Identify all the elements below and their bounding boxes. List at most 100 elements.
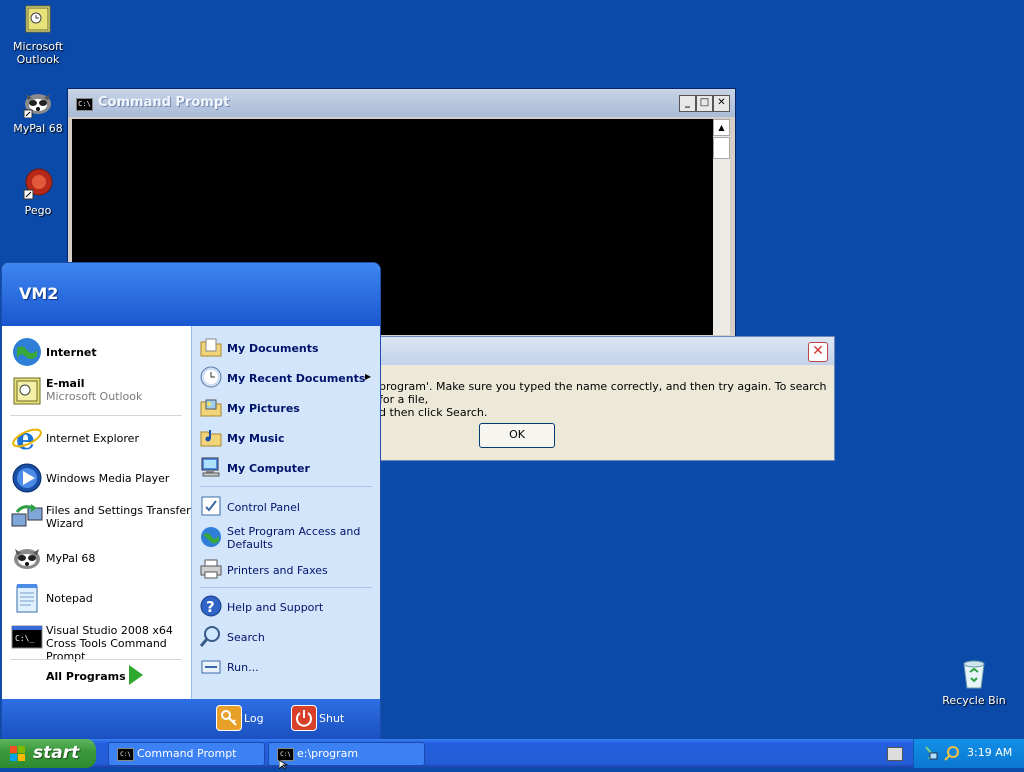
menu-item-control-panel[interactable]: Control Panel <box>192 492 380 520</box>
menu-item-my-computer[interactable]: My Computer <box>192 453 380 481</box>
key-icon <box>216 705 242 731</box>
menu-item-label: Visual Studio 2008 x64 Cross Tools Comma… <box>46 624 173 663</box>
desktop-icon-pego[interactable]: Pego <box>0 168 76 217</box>
start-menu-right-pane: My Documents My Recent Documents ▸ My Pi… <box>191 326 380 699</box>
desktop-icon-recycle-bin[interactable]: Recycle Bin <box>936 658 1012 707</box>
recent-documents-icon <box>200 366 222 388</box>
menu-item-my-pictures[interactable]: My Pictures <box>192 393 380 421</box>
start-button[interactable]: start <box>0 739 96 768</box>
separator <box>200 486 372 487</box>
command-prompt-icon: C:\ <box>76 98 93 111</box>
search-icon[interactable] <box>944 745 960 761</box>
close-button[interactable]: ✕ <box>713 95 730 112</box>
taskbar-button-command-prompt[interactable]: C:\ Command Prompt <box>108 742 265 766</box>
menu-item-printers[interactable]: Printers and Faxes <box>192 556 380 584</box>
menu-item-internet-explorer[interactable]: e Internet Explorer <box>2 420 191 457</box>
desktop-icon-outlook[interactable]: Microsoft Outlook <box>0 4 76 66</box>
svg-text:e: e <box>16 422 35 454</box>
command-prompt-icon: C:\_ <box>11 621 43 653</box>
menu-item-transfer-wizard[interactable]: Files and Settings Transfer Wizard <box>2 498 191 538</box>
separator <box>10 415 182 416</box>
notepad-icon <box>11 582 43 614</box>
menu-item-search[interactable]: Search <box>192 622 380 650</box>
start-menu[interactable]: VM2 Internet E-mail Microsoft Outlook e I… <box>1 262 381 741</box>
menu-item-internet[interactable]: Internet <box>2 334 191 370</box>
ok-button[interactable]: OK <box>479 423 555 448</box>
dialog-titlebar[interactable]: ✕ <box>375 337 834 365</box>
menu-item-label: Search <box>227 631 265 644</box>
search-icon <box>199 625 222 647</box>
menu-item-notepad[interactable]: Notepad <box>2 580 191 616</box>
menu-item-label: E-mail <box>46 377 85 390</box>
pego-icon <box>22 168 54 200</box>
menu-item-program-access[interactable]: Set Program Access and Defaults <box>192 522 380 554</box>
menu-item-windows-media-player[interactable]: Windows Media Player <box>2 460 191 496</box>
menu-item-my-music[interactable]: My Music <box>192 423 380 451</box>
folder-pictures-icon <box>200 396 222 418</box>
dialog-message: program'. Make sure you typed the name c… <box>379 380 827 419</box>
taskbar-button-label: Command Prompt <box>137 747 237 760</box>
menu-item-help[interactable]: ? Help and Support <box>192 592 380 620</box>
error-dialog[interactable]: ✕ program'. Make sure you typed the name… <box>374 336 835 461</box>
control-panel-icon <box>200 495 222 517</box>
window-title: Command Prompt <box>98 95 230 110</box>
menu-item-label: My Documents <box>227 342 319 355</box>
scroll-up-arrow-icon[interactable]: ▲ <box>713 119 730 136</box>
menu-item-label: Help and Support <box>227 601 324 614</box>
taskbar-button-program[interactable]: C:\ e:\program <box>268 742 425 766</box>
user-name: VM2 <box>19 284 59 303</box>
menu-item-label: My Music <box>227 432 285 445</box>
scroll-thumb[interactable] <box>713 137 730 159</box>
mypal-raccoon-icon <box>22 86 54 119</box>
svg-text:?: ? <box>206 598 215 616</box>
dialog-close-button[interactable]: ✕ <box>808 342 828 362</box>
mypal-raccoon-icon <box>11 542 43 574</box>
network-icon[interactable] <box>924 745 938 761</box>
submenu-arrow-icon: ▸ <box>365 369 372 383</box>
menu-item-label: Set Program Access and Defaults <box>227 525 361 551</box>
menu-item-mypal[interactable]: MyPal 68 <box>2 540 191 576</box>
keyboard-icon[interactable] <box>887 747 903 761</box>
menu-item-label: Control Panel <box>227 501 300 514</box>
printer-icon <box>200 558 222 580</box>
program-access-icon <box>200 526 222 548</box>
internet-explorer-icon: e <box>11 422 43 457</box>
menu-item-label: Printers and Faxes <box>227 564 328 577</box>
menu-item-vs-command-prompt[interactable]: C:\_ Visual Studio 2008 x64 Cross Tools … <box>2 618 191 663</box>
computer-icon <box>200 456 222 478</box>
menu-item-email[interactable]: E-mail Microsoft Outlook <box>2 372 191 410</box>
taskbar: start C:\ Command Prompt C:\ e:\program … <box>0 739 1024 768</box>
power-icon <box>291 705 317 731</box>
maximize-button[interactable]: □ <box>696 95 713 112</box>
menu-item-label: Files and Settings Transfer Wizard <box>46 504 191 530</box>
menu-item-run[interactable]: Run... <box>192 652 380 680</box>
desktop-icon-mypal[interactable]: MyPal 68 <box>0 86 76 135</box>
desktop-icon-label: MyPal 68 <box>13 122 63 135</box>
start-menu-header: VM2 <box>2 263 380 326</box>
transfer-wizard-icon <box>11 502 43 534</box>
windows-logo-icon <box>10 746 26 762</box>
desktop-icon-label: Pego <box>24 204 52 217</box>
menu-item-label: My Recent Documents <box>227 372 366 385</box>
menu-item-recent-documents[interactable]: My Recent Documents ▸ <box>192 363 380 391</box>
menu-item-label: Windows Media Player <box>46 472 170 485</box>
desktop-icon-label: Recycle Bin <box>942 694 1006 707</box>
menu-item-label: Internet Explorer <box>46 432 139 445</box>
menu-item-label: Run... <box>227 661 259 674</box>
menu-item-my-documents[interactable]: My Documents <box>192 333 380 361</box>
taskbar-button-label: e:\program <box>297 747 359 760</box>
system-tray: 3:19 AM <box>913 739 1024 768</box>
vertical-scrollbar[interactable]: ▲ <box>713 119 730 335</box>
recycle-bin-icon <box>958 658 990 690</box>
log-off-label: Log Off <box>244 712 264 740</box>
all-programs-label: All Programs <box>46 670 126 683</box>
folder-music-icon <box>200 426 222 448</box>
clock[interactable]: 3:19 AM <box>967 746 1012 759</box>
command-prompt-titlebar[interactable]: C:\ Command Prompt _ □ ✕ <box>68 89 735 117</box>
separator <box>200 587 372 588</box>
run-icon <box>200 655 222 677</box>
email-outlook-icon <box>11 375 43 407</box>
help-icon: ? <box>200 595 222 617</box>
minimize-button[interactable]: _ <box>679 95 696 112</box>
menu-item-label: My Pictures <box>227 402 300 415</box>
